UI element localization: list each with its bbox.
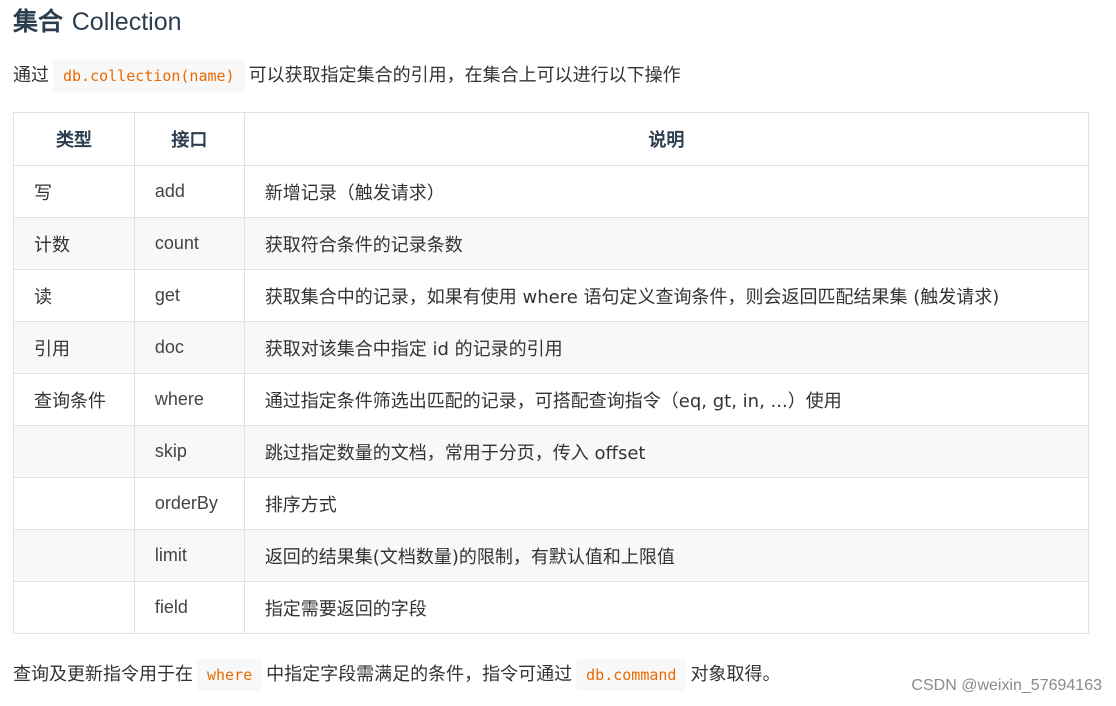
cell-desc: 获取对该集合中指定 id 的记录的引用: [243, 321, 1090, 374]
table-row: 写 add 新增记录（触发请求）: [13, 165, 1090, 218]
table-header-row: 类型 接口 说明: [13, 112, 1090, 166]
cell-type: 查询条件: [13, 373, 135, 426]
cell-desc: 跳过指定数量的文档，常用于分页，传入 offset: [243, 425, 1090, 478]
cell-desc: 获取集合中的记录，如果有使用 where 语句定义查询条件，则会返回匹配结果集 …: [243, 269, 1090, 322]
header-type: 类型: [13, 112, 135, 166]
cell-type: [13, 529, 135, 582]
cell-api: orderBy: [133, 477, 245, 530]
cell-api: where: [133, 373, 245, 426]
cell-desc: 排序方式: [243, 477, 1090, 530]
outro-middle: 中指定字段需满足的条件，指令可通过: [266, 664, 573, 685]
cell-api: field: [133, 581, 245, 634]
outro-prefix: 查询及更新指令用于在: [13, 664, 193, 685]
watermark: CSDN @weixin_57694163: [911, 677, 1102, 694]
page-title: 集合 Collection: [13, 4, 182, 40]
table-row: orderBy 排序方式: [13, 477, 1090, 530]
header-api: 接口: [133, 112, 245, 166]
inline-code-collection: db.collection(name): [53, 60, 245, 92]
cell-type: 引用: [13, 321, 135, 374]
intro-prefix: 通过: [13, 65, 49, 86]
cell-type: 计数: [13, 217, 135, 270]
cell-type: [13, 477, 135, 530]
header-desc: 说明: [243, 112, 1090, 166]
cell-api: doc: [133, 321, 245, 374]
cell-type: 写: [13, 165, 135, 218]
cell-api: add: [133, 165, 245, 218]
outro-suffix: 对象取得。: [690, 664, 781, 685]
inline-code-command: db.command: [576, 659, 687, 691]
cell-api: get: [133, 269, 245, 322]
table-row: limit 返回的结果集(文档数量)的限制，有默认值和上限值: [13, 529, 1090, 582]
cell-desc: 指定需要返回的字段: [243, 581, 1090, 634]
inline-code-where: where: [197, 659, 263, 691]
cell-desc: 通过指定条件筛选出匹配的记录，可搭配查询指令（eq, gt, in, ...）使…: [243, 373, 1090, 426]
intro-paragraph: 通过 db.collection(name) 可以获取指定集合的引用，在集合上可以进…: [13, 60, 681, 92]
title-en: Collection: [71, 8, 182, 36]
table-row: skip 跳过指定数量的文档，常用于分页，传入 offset: [13, 425, 1090, 478]
cell-type: 读: [13, 269, 135, 322]
cell-desc: 返回的结果集(文档数量)的限制，有默认值和上限值: [243, 529, 1090, 582]
cell-api: count: [133, 217, 245, 270]
outro-paragraph: 查询及更新指令用于在 where 中指定字段需满足的条件，指令可通过 db.comma…: [13, 659, 780, 691]
cell-type: [13, 581, 135, 634]
intro-suffix: 可以获取指定集合的引用，在集合上可以进行以下操作: [248, 65, 681, 86]
table-row: 查询条件 where 通过指定条件筛选出匹配的记录，可搭配查询指令（eq, gt…: [13, 373, 1090, 426]
api-table: 类型 接口 说明 写 add 新增记录（触发请求） 计数 count 获取符合条…: [13, 112, 1090, 634]
table-row: 引用 doc 获取对该集合中指定 id 的记录的引用: [13, 321, 1090, 374]
cell-api: limit: [133, 529, 245, 582]
table-row: 读 get 获取集合中的记录，如果有使用 where 语句定义查询条件，则会返回…: [13, 269, 1090, 322]
table-row: field 指定需要返回的字段: [13, 581, 1090, 634]
cell-desc: 新增记录（触发请求）: [243, 165, 1090, 218]
cell-desc: 获取符合条件的记录条数: [243, 217, 1090, 270]
table-row: 计数 count 获取符合条件的记录条数: [13, 217, 1090, 270]
title-zh: 集合: [13, 7, 64, 36]
cell-api: skip: [133, 425, 245, 478]
cell-type: [13, 425, 135, 478]
